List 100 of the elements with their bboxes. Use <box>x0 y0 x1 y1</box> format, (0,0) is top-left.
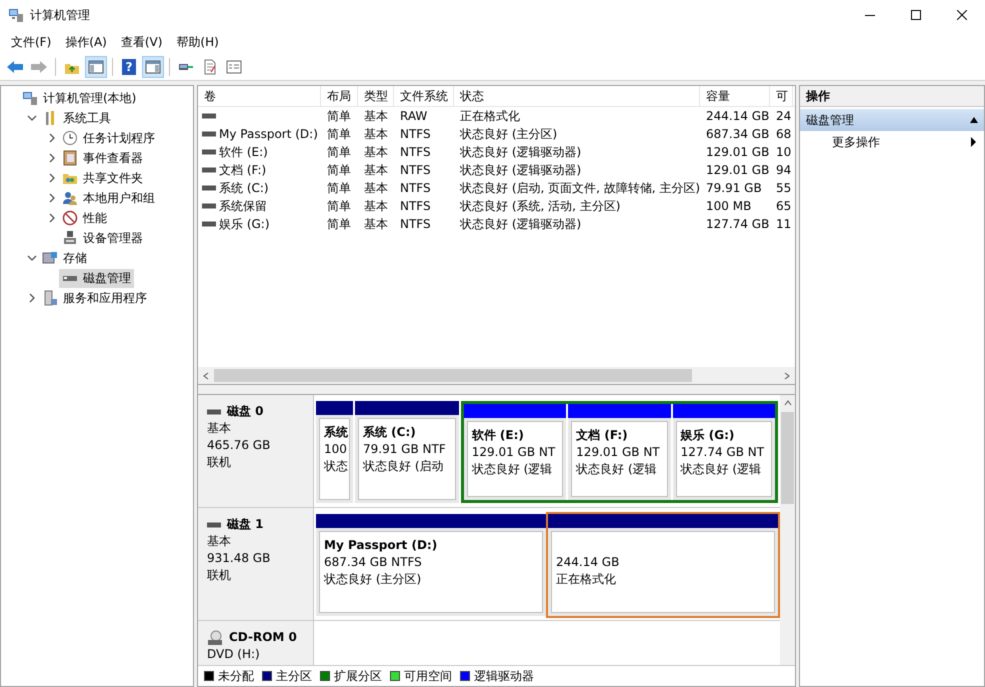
table-cell: 简单 <box>327 198 351 214</box>
optical-drive-icon <box>207 630 223 646</box>
console-tree-toggle[interactable] <box>85 56 107 78</box>
tree-item[interactable]: 共享文件夹 <box>59 168 146 188</box>
table-cell: 状态良好 (系统, 活动, 主分区) <box>460 198 620 214</box>
table-cell: 79.91 GB <box>706 181 762 195</box>
users-icon <box>62 190 78 206</box>
drive-icon <box>202 167 216 173</box>
scroll-up-icon[interactable] <box>784 399 792 407</box>
disk-name: 磁盘 0 <box>227 403 264 420</box>
table-cell: 55 <box>776 181 792 195</box>
table-cell: 状态良好 (逻辑驱动器) <box>460 144 582 160</box>
menu-item[interactable]: 文件(F) <box>4 32 58 52</box>
disk-info-panel[interactable]: 磁盘 0 基本 465.76 GB 联机 <box>198 395 314 507</box>
tree-item[interactable]: 存储 <box>39 248 90 268</box>
tree-item[interactable]: 任务计划程序 <box>59 128 158 148</box>
table-cell: 状态良好 (逻辑驱动器) <box>460 216 582 232</box>
partition-status: 状态良好 (逻辑 <box>472 461 554 478</box>
chevron-icon[interactable] <box>47 153 57 163</box>
tree-item[interactable]: 磁盘管理 <box>59 268 134 288</box>
column-header[interactable]: 文件系统 <box>394 86 454 106</box>
chevron-icon[interactable] <box>27 113 37 123</box>
storage-icon <box>42 250 58 266</box>
column-header[interactable]: 状态 <box>454 86 700 106</box>
partition-status: 状态良好 (启动 <box>363 458 444 475</box>
chevron-icon[interactable] <box>47 133 57 143</box>
menu-item[interactable]: 帮助(H) <box>169 32 226 52</box>
volume-name: 系统 (C:) <box>219 180 269 196</box>
table-cell: 11 <box>776 217 792 231</box>
table-cell: 状态良好 (启动, 页面文件, 故障转储, 主分区) <box>460 180 700 196</box>
tree-item[interactable]: 事件查看器 <box>59 148 146 168</box>
table-cell: NTFS <box>400 163 431 177</box>
table-cell: 10 <box>776 145 792 159</box>
action-item[interactable]: 更多操作 <box>832 134 880 150</box>
column-header[interactable]: 布局 <box>321 86 358 106</box>
partition-name: My Passport (D:) <box>324 537 438 554</box>
legend-label: 扩展分区 <box>334 668 382 684</box>
action-section[interactable]: 磁盘管理 <box>800 109 984 131</box>
table-cell: 简单 <box>327 108 351 124</box>
table-cell: NTFS <box>400 181 431 195</box>
tree-item[interactable]: 服务和应用程序 <box>39 288 150 308</box>
tree-item[interactable]: 计算机管理(本地) <box>19 88 140 108</box>
table-cell: 基本 <box>364 144 388 160</box>
drive-icon <box>202 185 216 191</box>
menu-item[interactable]: 操作(A) <box>58 32 114 52</box>
disk-info-panel[interactable]: 磁盘 1 基本 931.48 GB 联机 <box>198 508 314 620</box>
chevron-icon[interactable] <box>47 173 57 183</box>
vertical-scrollbar[interactable] <box>780 395 795 665</box>
tree-item[interactable]: 性能 <box>59 208 110 228</box>
table-cell: 基本 <box>364 198 388 214</box>
column-header[interactable]: 可 <box>770 86 793 106</box>
table-cell: 244.14 GB <box>706 109 770 123</box>
table-cell: 687.34 GB <box>706 127 770 141</box>
panel-icon <box>145 59 161 75</box>
panel-icon <box>88 59 104 75</box>
tree-item[interactable]: 设备管理器 <box>59 228 146 248</box>
partition-header-bar <box>316 401 353 415</box>
column-header[interactable]: 类型 <box>358 86 394 106</box>
disk-name: 磁盘 1 <box>227 516 264 533</box>
partition-size: 100 <box>324 441 345 458</box>
collapse-icon[interactable] <box>970 117 978 123</box>
tree-item[interactable]: 系统工具 <box>39 108 114 128</box>
scroll-left-icon[interactable] <box>202 372 210 380</box>
column-header[interactable]: 容量 <box>700 86 770 106</box>
action-pane-toggle[interactable] <box>142 56 164 78</box>
scroll-right-icon[interactable] <box>783 372 791 380</box>
maximize-icon <box>911 10 921 20</box>
volume-name: 娱乐 (G:) <box>219 216 270 232</box>
disk-info-panel[interactable]: CD-ROM 0 DVD (H:) <box>198 621 314 665</box>
chevron-icon[interactable] <box>47 193 57 203</box>
drive-icon <box>202 131 216 137</box>
partition-status: 状态良好 (主分区) <box>324 571 422 588</box>
chevron-icon[interactable] <box>47 213 57 223</box>
table-cell: 100 MB <box>706 199 752 213</box>
partition-size: 79.91 GB NTF <box>363 441 447 458</box>
table-cell: 简单 <box>327 162 351 178</box>
menu-item[interactable]: 查看(V) <box>114 32 170 52</box>
table-cell: 状态良好 (主分区) <box>460 126 558 142</box>
column-header[interactable]: 卷 <box>198 86 321 106</box>
chevron-icon[interactable] <box>27 253 37 263</box>
partition-status: 状态良好 (逻辑 <box>680 461 762 478</box>
partition-name: 软件 (E:) <box>472 427 525 444</box>
help-button[interactable]: ? <box>118 56 140 78</box>
partition-size: 687.34 GB NTFS <box>324 554 423 571</box>
disk-name: CD-ROM 0 <box>229 629 297 646</box>
table-cell: 基本 <box>364 126 388 142</box>
drive-icon <box>202 149 216 155</box>
partition-name: 文档 (F:) <box>576 427 629 444</box>
table-cell: 正在格式化 <box>460 108 520 124</box>
disk-type: 基本 <box>207 533 232 550</box>
horizontal-scrollbar[interactable] <box>198 367 795 384</box>
device-icon <box>62 230 78 246</box>
server-icon <box>42 290 58 306</box>
clock-icon <box>62 130 78 146</box>
computer-icon <box>8 7 24 23</box>
chevron-icon[interactable] <box>27 293 37 303</box>
computer-icon <box>22 90 38 106</box>
document-icon <box>202 59 218 75</box>
tree-item[interactable]: 本地用户和组 <box>59 188 158 208</box>
volume-name: 文档 (F:) <box>219 162 266 178</box>
